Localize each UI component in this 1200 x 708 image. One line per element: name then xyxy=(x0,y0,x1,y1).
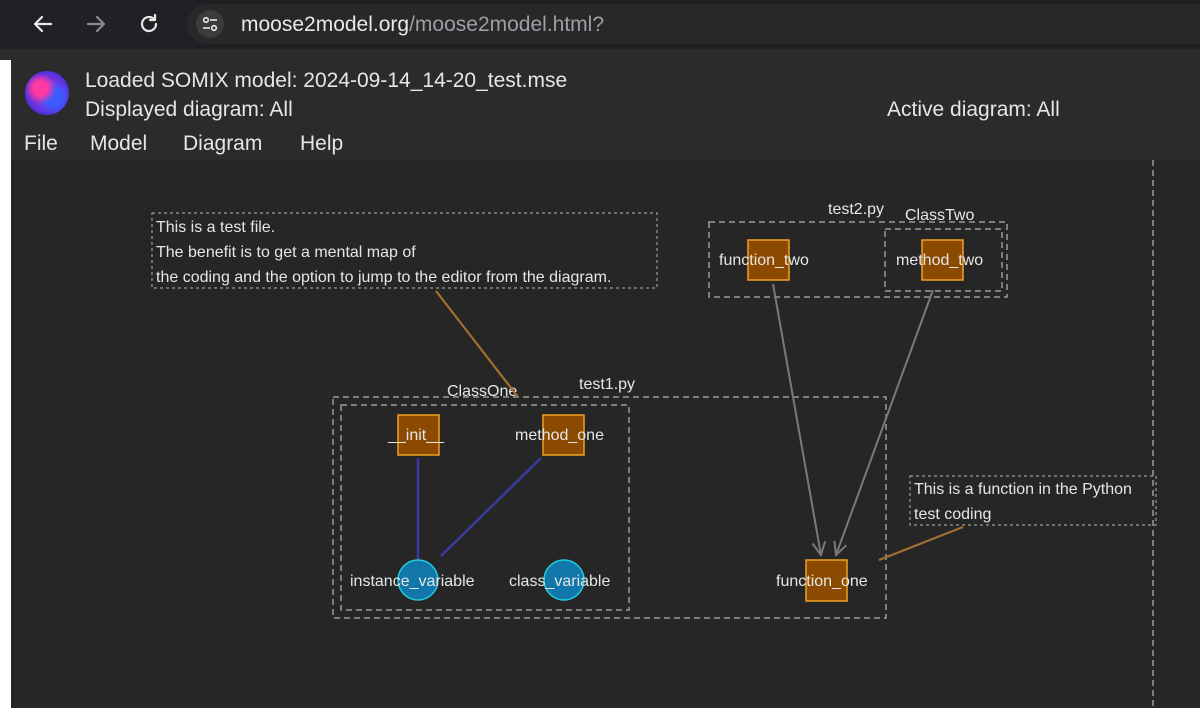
diagram-svg: test2.py ClassTwo test1.py ClassOne This… xyxy=(151,160,1157,708)
comment-file-line-3: the coding and the option to jump to the… xyxy=(156,269,611,286)
comment-function-link xyxy=(878,525,964,562)
comment-function-line-2: test coding xyxy=(914,506,991,523)
url-path: /moose2model.html? xyxy=(409,13,605,36)
active-diagram-label: Active diagram: All xyxy=(887,98,1060,121)
reload-icon xyxy=(140,13,158,33)
menu-model[interactable]: Model xyxy=(90,132,147,156)
group-test1-label: test1.py xyxy=(579,376,635,393)
node-instance-variable-label: instance_variable xyxy=(350,573,475,590)
url-host: moose2model.org xyxy=(241,13,410,36)
comment-file-line-2: The benefit is to get a mental map of xyxy=(156,244,416,261)
displayed-diagram-label: Displayed diagram: All xyxy=(85,98,293,121)
menu-file[interactable]: File xyxy=(24,132,58,156)
url-text: moose2model.org/moose2model.html? xyxy=(241,13,604,37)
menu-diagram[interactable]: Diagram xyxy=(183,132,262,156)
node-function-two-label: function_two xyxy=(719,252,809,269)
app-logo xyxy=(25,71,69,115)
back-arrow-icon xyxy=(33,15,53,33)
forward-button[interactable] xyxy=(82,10,110,38)
group-test2-label: test2.py xyxy=(828,201,884,218)
group-classtwo-label: ClassTwo xyxy=(905,207,974,224)
comment-file-line-1: This is a test file. xyxy=(156,219,275,236)
node-init-label: __init__ xyxy=(387,427,445,444)
site-settings-button[interactable] xyxy=(196,10,224,38)
tune-icon xyxy=(202,16,218,32)
node-function-one-label: function_one xyxy=(776,573,868,590)
group-classone-label: ClassOne xyxy=(447,383,517,400)
forward-arrow-icon xyxy=(86,15,106,33)
node-method-two-label: method_two xyxy=(896,252,983,269)
browser-toolbar: moose2model.org/moose2model.html? xyxy=(0,0,1200,49)
diagram-canvas[interactable]: test2.py ClassTwo test1.py ClassOne This… xyxy=(24,160,1200,708)
reload-button[interactable] xyxy=(135,10,163,38)
call-link-function-two xyxy=(772,283,821,555)
access-link-method-instance xyxy=(440,457,542,557)
address-bar[interactable]: moose2model.org/moose2model.html? xyxy=(187,4,1200,44)
back-button[interactable] xyxy=(29,10,57,38)
comment-function-line-1: This is a function in the Python xyxy=(914,481,1132,498)
menu-help[interactable]: Help xyxy=(300,132,343,156)
node-class-variable-label: class_variable xyxy=(509,573,610,590)
comment-file-link xyxy=(435,290,519,398)
loaded-model-label: Loaded SOMIX model: 2024-09-14_14-20_tes… xyxy=(85,69,568,92)
left-edge-strip xyxy=(0,60,11,708)
node-method-one-label: method_one xyxy=(515,427,604,444)
